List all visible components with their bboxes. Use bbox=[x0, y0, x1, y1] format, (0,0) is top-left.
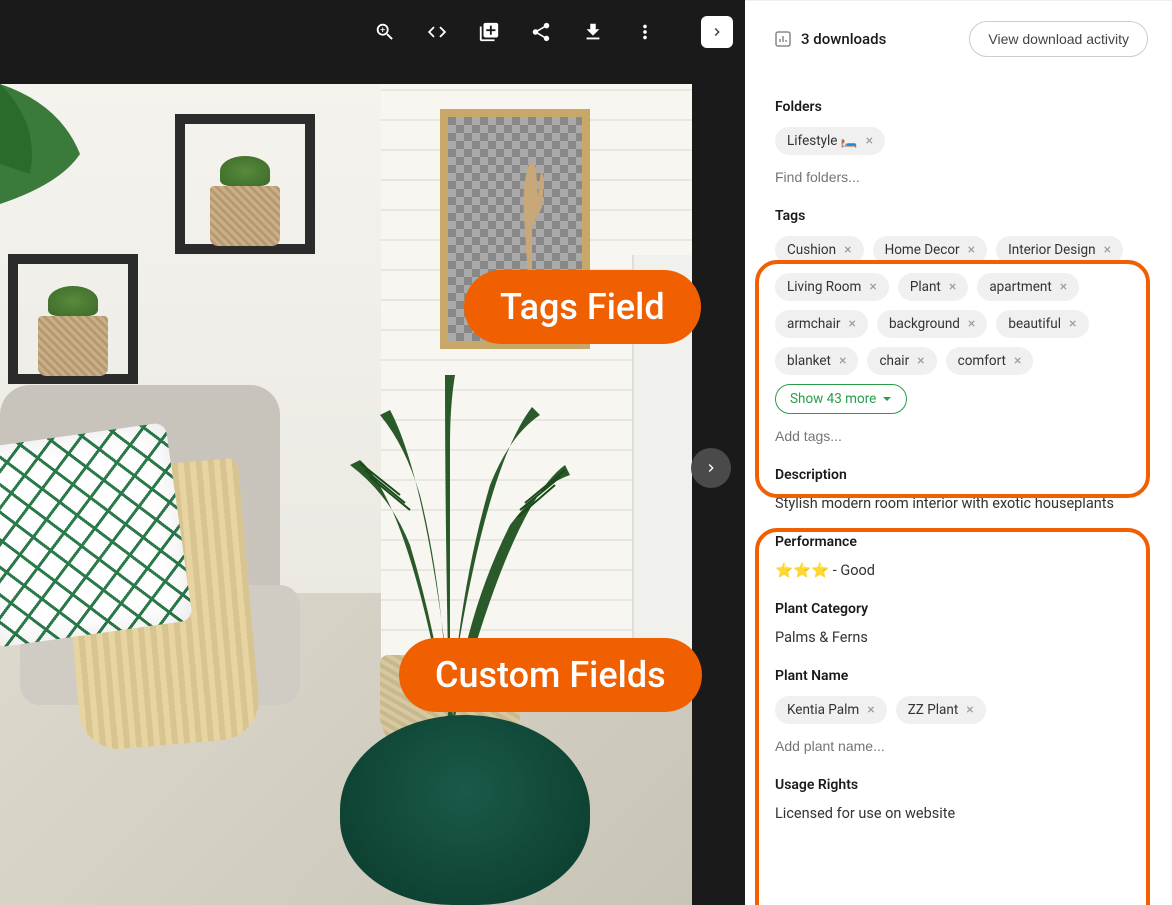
tag-chip[interactable]: Home Decor× bbox=[873, 236, 988, 264]
add-tags-input[interactable] bbox=[775, 428, 1148, 444]
plant-name-section: Plant Name Kentia Palm× ZZ Plant× bbox=[775, 668, 1148, 755]
folder-chip[interactable]: Lifestyle 🛏️× bbox=[775, 127, 885, 155]
tag-chip[interactable]: background× bbox=[877, 310, 987, 338]
remove-chip-icon[interactable]: × bbox=[966, 703, 973, 717]
folders-label: Folders bbox=[775, 99, 1148, 115]
plant-name-chip[interactable]: ZZ Plant× bbox=[896, 696, 986, 724]
remove-chip-icon[interactable]: × bbox=[968, 243, 975, 257]
tag-chip[interactable]: beautiful× bbox=[996, 310, 1088, 338]
asset-details-panel: 3 downloads View download activity Folde… bbox=[745, 0, 1172, 905]
annotation-tags-field: Tags Field bbox=[464, 270, 701, 344]
remove-chip-icon[interactable]: × bbox=[1069, 317, 1076, 331]
remove-chip-icon[interactable]: × bbox=[839, 354, 846, 368]
asset-preview-image bbox=[0, 84, 692, 905]
plant-category-value[interactable]: Palms & Ferns bbox=[775, 629, 1148, 646]
tag-chip[interactable]: armchair× bbox=[775, 310, 868, 338]
usage-rights-label: Usage Rights bbox=[775, 777, 1148, 793]
remove-chip-icon[interactable]: × bbox=[949, 280, 956, 294]
image-toolbar bbox=[0, 0, 745, 64]
next-image-button[interactable] bbox=[691, 448, 731, 488]
remove-chip-icon[interactable]: × bbox=[867, 703, 874, 717]
tags-section: Tags Cushion× Home Decor× Interior Design×… bbox=[775, 208, 1148, 445]
performance-value[interactable]: ⭐⭐⭐ - Good bbox=[775, 562, 1148, 579]
remove-chip-icon[interactable]: × bbox=[848, 317, 855, 331]
add-collection-icon[interactable] bbox=[477, 20, 501, 44]
remove-chip-icon[interactable]: × bbox=[1104, 243, 1111, 257]
download-icon[interactable] bbox=[581, 20, 605, 44]
tag-chip[interactable]: apartment× bbox=[977, 273, 1079, 301]
plant-name-label: Plant Name bbox=[775, 668, 1148, 684]
show-more-tags-button[interactable]: Show 43 more bbox=[775, 384, 907, 414]
zoom-icon[interactable] bbox=[373, 20, 397, 44]
description-value[interactable]: Stylish modern room interior with exotic… bbox=[775, 495, 1148, 512]
plant-category-section: Plant Category Palms & Ferns bbox=[775, 601, 1148, 646]
download-count: 3 downloads bbox=[775, 30, 886, 48]
code-icon[interactable] bbox=[425, 20, 449, 44]
usage-rights-section: Usage Rights Licensed for use on website bbox=[775, 777, 1148, 822]
tag-chip[interactable]: Interior Design× bbox=[996, 236, 1123, 264]
plant-name-chip[interactable]: Kentia Palm× bbox=[775, 696, 887, 724]
tag-chip[interactable]: Living Room× bbox=[775, 273, 889, 301]
add-plant-name-input[interactable] bbox=[775, 738, 1148, 754]
plant-category-label: Plant Category bbox=[775, 601, 1148, 617]
tag-chip[interactable]: chair× bbox=[867, 347, 936, 375]
tag-chip[interactable]: comfort× bbox=[946, 347, 1034, 375]
remove-chip-icon[interactable]: × bbox=[866, 134, 873, 148]
folders-section: Folders Lifestyle 🛏️× bbox=[775, 99, 1148, 186]
remove-chip-icon[interactable]: × bbox=[1060, 280, 1067, 294]
description-label: Description bbox=[775, 467, 1148, 483]
usage-rights-value[interactable]: Licensed for use on website bbox=[775, 805, 1148, 822]
remove-chip-icon[interactable]: × bbox=[968, 317, 975, 331]
performance-label: Performance bbox=[775, 534, 1148, 550]
tag-chip[interactable]: Cushion× bbox=[775, 236, 864, 264]
tag-chip[interactable]: blanket× bbox=[775, 347, 858, 375]
share-icon[interactable] bbox=[529, 20, 553, 44]
find-folders-input[interactable] bbox=[775, 169, 1148, 185]
tags-label: Tags bbox=[775, 208, 1148, 224]
more-icon[interactable] bbox=[633, 20, 657, 44]
collapse-panel-button[interactable] bbox=[701, 16, 733, 48]
description-section: Description Stylish modern room interior… bbox=[775, 467, 1148, 512]
annotation-custom-fields: Custom Fields bbox=[399, 638, 702, 712]
remove-chip-icon[interactable]: × bbox=[844, 243, 851, 257]
performance-section: Performance ⭐⭐⭐ - Good bbox=[775, 534, 1148, 579]
remove-chip-icon[interactable]: × bbox=[869, 280, 876, 294]
remove-chip-icon[interactable]: × bbox=[917, 354, 924, 368]
tag-chip[interactable]: Plant× bbox=[898, 273, 969, 301]
remove-chip-icon[interactable]: × bbox=[1014, 354, 1021, 368]
view-download-activity-button[interactable]: View download activity bbox=[969, 21, 1148, 57]
